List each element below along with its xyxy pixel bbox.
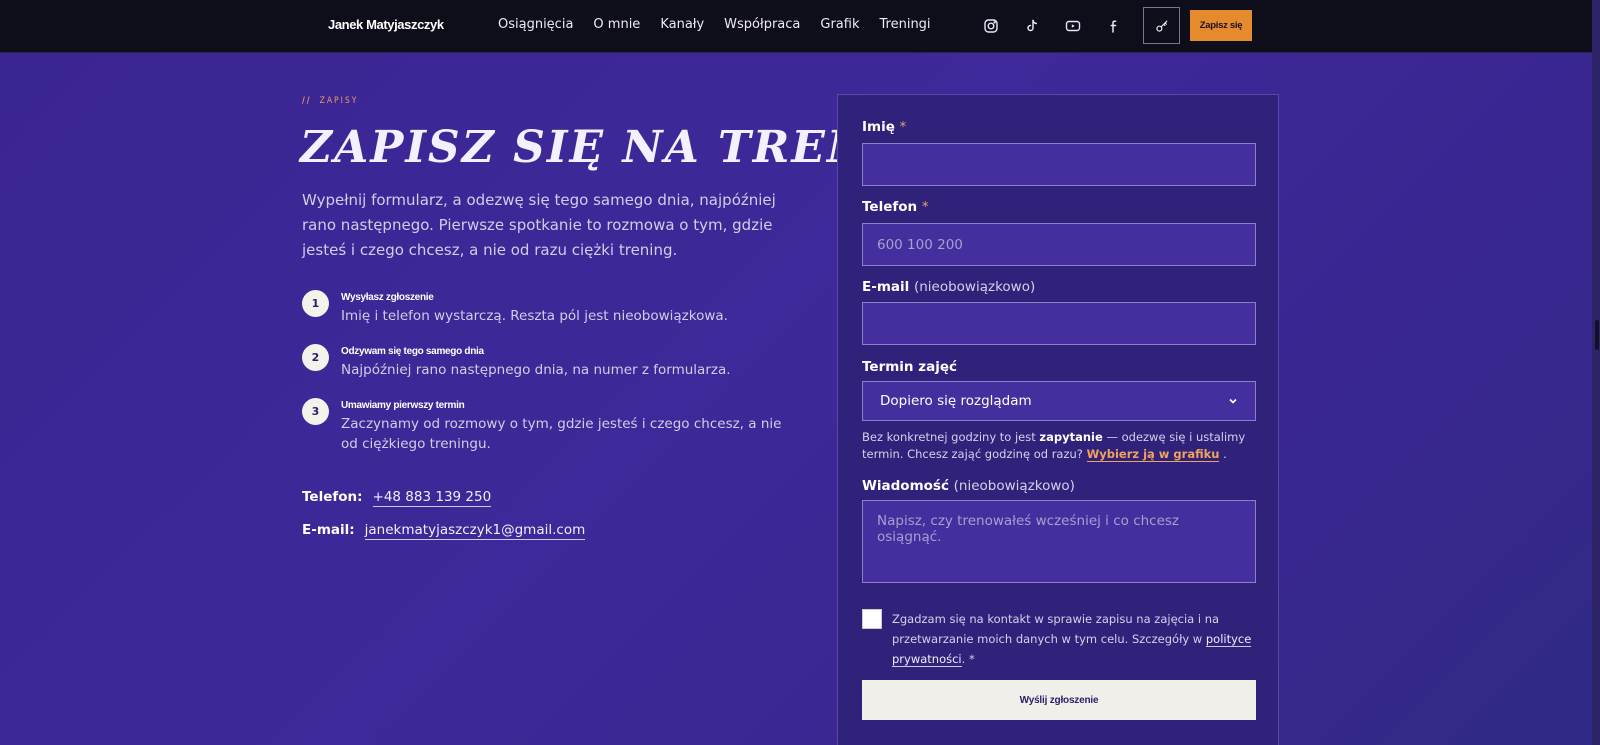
- lead-paragraph: Wypełnij formularz, a odezwę się tego sa…: [302, 191, 776, 259]
- scrollbar-thumb[interactable]: [1595, 320, 1599, 350]
- key-icon: [1155, 20, 1167, 32]
- required-mark: *: [899, 119, 907, 135]
- email-field-label: E-mail (nieobowiązkowo): [862, 279, 1035, 295]
- nav-item-grafik[interactable]: Grafik: [820, 17, 859, 32]
- phone-input[interactable]: [862, 223, 1256, 266]
- nav-item-osiagniecia[interactable]: Osiągnięcia: [498, 17, 573, 32]
- step-title: Wysyłasz zgłoszenie: [341, 292, 434, 303]
- nav-item-wspolpraca[interactable]: Współpraca: [724, 17, 800, 32]
- term-label: Termin zajęć: [862, 359, 957, 375]
- helper-text-end: .: [1219, 447, 1227, 461]
- message-label-text: Wiadomość: [862, 478, 949, 494]
- step-number: 2: [302, 344, 329, 371]
- youtube-icon[interactable]: [1062, 15, 1084, 37]
- phone-field-label: Telefon *: [862, 199, 929, 215]
- facebook-icon[interactable]: [1103, 15, 1125, 37]
- main-nav: Osiągnięcia O mnie Kanały Współpraca Gra…: [498, 17, 951, 32]
- step-description: Imię i telefon wystarczą. Reszta pól jes…: [341, 308, 728, 324]
- chevron-down-icon: [1229, 398, 1237, 404]
- instagram-icon[interactable]: [980, 15, 1002, 37]
- email-input[interactable]: [862, 302, 1256, 345]
- consent-text: Zgadzam się na kontakt w sprawie zapisu …: [892, 609, 1256, 669]
- key-button[interactable]: [1143, 7, 1180, 44]
- term-helper-text: Bez konkretnej godziny to jest zapytanie…: [862, 429, 1256, 463]
- email-link[interactable]: janekmatyjaszczyk1@gmail.com: [364, 522, 586, 540]
- consent-checkbox[interactable]: [862, 609, 882, 629]
- nav-item-treningi[interactable]: Treningi: [880, 17, 931, 32]
- helper-strong: zapytanie: [1039, 430, 1103, 444]
- step-number: 1: [302, 290, 329, 317]
- consent-text-start: Zgadzam się na kontakt w sprawie zapisu …: [892, 612, 1220, 646]
- section-eyebrow: // ZAPISY: [302, 96, 358, 106]
- required-mark: *: [921, 199, 929, 215]
- contact-phone-row: Telefon: +48 883 139 250: [302, 489, 492, 507]
- step-item: 1 Wysyłasz zgłoszenie Imię i telefon wys…: [302, 290, 782, 344]
- social-links: [980, 15, 1144, 37]
- scrollbar[interactable]: [1592, 0, 1600, 745]
- message-textarea[interactable]: [862, 500, 1256, 583]
- top-navigation-bar: Janek Matyjaszczyk Osiągnięcia O mnie Ka…: [0, 0, 1600, 53]
- phone-label: Telefon:: [302, 489, 363, 505]
- brand-logo[interactable]: Janek Matyjaszczyk: [328, 17, 444, 32]
- helper-text-start: Bez konkretnej godziny to jest: [862, 430, 1040, 444]
- consent-row: Zgadzam się na kontakt w sprawie zapisu …: [862, 609, 1256, 669]
- name-label: Imię *: [862, 119, 906, 135]
- step-title: Umawiamy pierwszy termin: [341, 400, 465, 411]
- step-description: Najpóźniej rano następnego dnia, na nume…: [341, 362, 731, 378]
- step-item: 3 Umawiamy pierwszy termin Zaczynamy od …: [302, 398, 782, 454]
- name-input[interactable]: [862, 143, 1256, 186]
- optional-mark: (nieobowiązkowo): [913, 279, 1036, 295]
- term-select[interactable]: Dopiero się rozglądam: [862, 381, 1256, 421]
- step-item: 2 Odzywam się tego samego dnia Najpóźnie…: [302, 344, 782, 398]
- phone-label-text: Telefon: [862, 199, 918, 215]
- phone-link[interactable]: +48 883 139 250: [372, 489, 492, 507]
- optional-mark: (nieobowiązkowo): [953, 478, 1075, 494]
- steps-list: 1 Wysyłasz zgłoszenie Imię i telefon wys…: [302, 290, 782, 454]
- signup-form: Imię * Telefon * E-mail (nieobowiązkowo)…: [837, 94, 1279, 745]
- tiktok-icon[interactable]: [1021, 15, 1043, 37]
- consent-text-end: . *: [961, 652, 975, 666]
- name-label-text: Imię: [862, 119, 895, 135]
- term-select-value: Dopiero się rozglądam: [880, 393, 1032, 409]
- eyebrow-text: ZAPISY: [319, 96, 359, 106]
- step-title: Odzywam się tego samego dnia: [341, 346, 484, 357]
- email-label: E-mail:: [302, 522, 355, 538]
- submit-button[interactable]: Wyślij zgłoszenie: [862, 680, 1256, 720]
- step-number: 3: [302, 398, 329, 425]
- step-description: Zaczynamy od rozmowy o tym, gdzie jesteś…: [341, 416, 782, 452]
- nav-item-kanaly[interactable]: Kanały: [660, 17, 704, 32]
- contact-email-row: E-mail: janekmatyjaszczyk1@gmail.com: [302, 522, 586, 540]
- message-label: Wiadomość (nieobowiązkowo): [862, 478, 1075, 494]
- nav-item-o-mnie[interactable]: O mnie: [593, 17, 640, 32]
- signup-button[interactable]: Zapisz się: [1190, 10, 1252, 41]
- schedule-link[interactable]: Wybierz ją w grafiku: [1086, 447, 1220, 462]
- email-label-text: E-mail: [862, 279, 910, 295]
- eyebrow-slashes: //: [302, 96, 312, 106]
